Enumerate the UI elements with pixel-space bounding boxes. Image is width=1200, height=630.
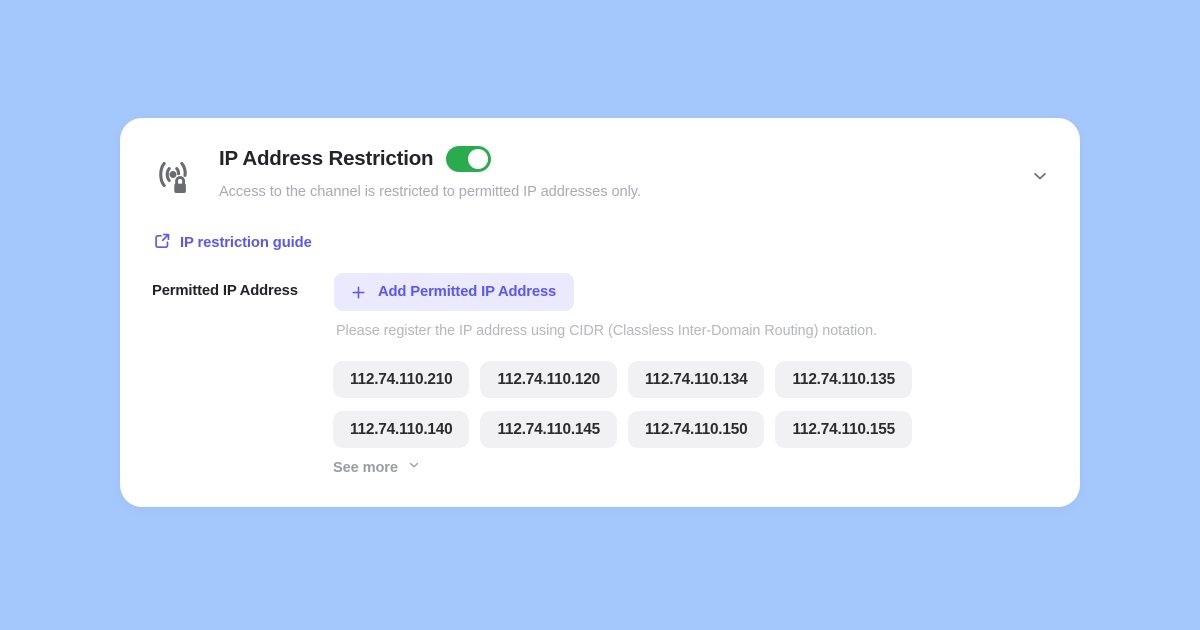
card-subtitle: Access to the channel is restricted to p… bbox=[219, 184, 641, 200]
title-row: IP Address Restriction bbox=[219, 145, 641, 173]
page-title: IP Address Restriction bbox=[219, 147, 434, 170]
guide-link-label: IP restriction guide bbox=[180, 235, 312, 251]
ip-restriction-guide-link[interactable]: IP restriction guide bbox=[153, 231, 312, 255]
toggle-knob bbox=[468, 149, 489, 169]
chevron-down-icon bbox=[407, 458, 421, 477]
card-header: IP Address Restriction Access to the cha… bbox=[120, 118, 1080, 218]
wireless-lock-icon bbox=[150, 154, 196, 200]
ip-chip[interactable]: 112.74.110.140 bbox=[333, 411, 470, 448]
add-button-label: Add Permitted IP Address bbox=[378, 284, 557, 300]
collapse-card-button[interactable] bbox=[1024, 162, 1056, 194]
see-more-label: See more bbox=[333, 459, 398, 476]
ip-address-restriction-card: IP Address Restriction Access to the cha… bbox=[120, 118, 1080, 507]
ip-chip[interactable]: 112.74.110.155 bbox=[775, 411, 912, 448]
external-link-icon bbox=[153, 231, 172, 255]
ip-chip[interactable]: 112.74.110.134 bbox=[627, 361, 765, 398]
ip-chip[interactable]: 112.74.110.150 bbox=[627, 411, 765, 448]
permitted-ip-list: 112.74.110.210 112.74.110.120 112.74.110… bbox=[333, 361, 1033, 461]
chevron-down-icon bbox=[1030, 166, 1050, 191]
ip-restriction-toggle[interactable] bbox=[446, 146, 492, 172]
ip-chip-row: 112.74.110.210 112.74.110.120 112.74.110… bbox=[333, 361, 1033, 398]
plus-icon bbox=[350, 284, 367, 301]
add-permitted-ip-address-button[interactable]: Add Permitted IP Address bbox=[334, 273, 575, 311]
cidr-notation-note: Please register the IP address using CID… bbox=[336, 323, 878, 339]
permitted-ip-address-label: Permitted IP Address bbox=[152, 283, 298, 299]
ip-chip-row: 112.74.110.140 112.74.110.145 112.74.110… bbox=[333, 411, 1033, 448]
see-more-button[interactable]: See more bbox=[333, 458, 421, 477]
ip-chip[interactable]: 112.74.110.210 bbox=[333, 361, 470, 398]
ip-chip[interactable]: 112.74.110.135 bbox=[775, 361, 912, 398]
ip-chip[interactable]: 112.74.110.145 bbox=[480, 411, 617, 448]
ip-chip[interactable]: 112.74.110.120 bbox=[480, 361, 617, 398]
header-text-block: IP Address Restriction Access to the cha… bbox=[219, 145, 641, 200]
